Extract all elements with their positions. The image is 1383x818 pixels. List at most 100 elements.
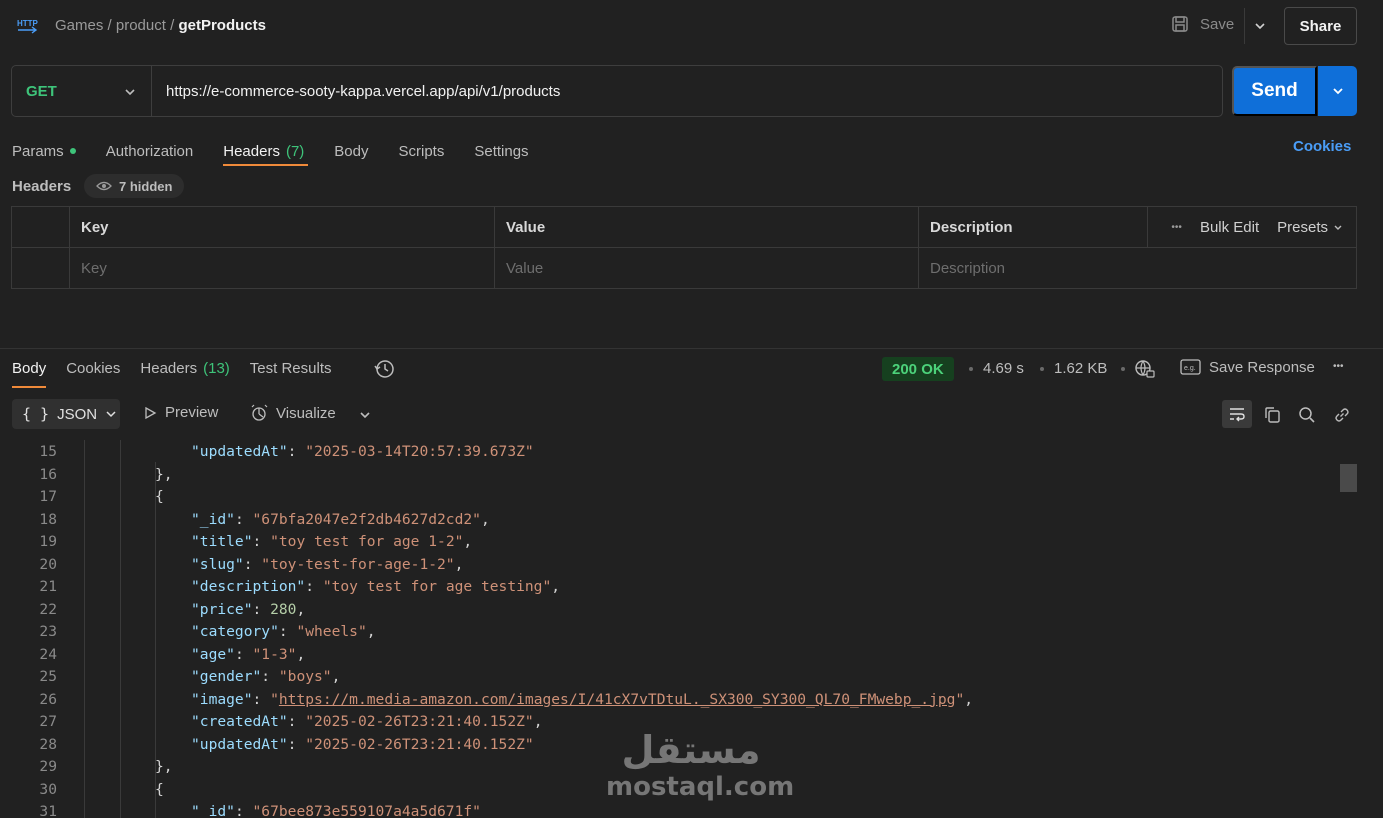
json-punctuation: :: [261, 668, 279, 685]
url-bar: GET https://e-commerce-sooty-kappa.verce…: [11, 65, 1223, 117]
tab-response-cookies-label: Cookies: [66, 360, 121, 377]
tab-response-body[interactable]: Body: [12, 360, 47, 388]
send-options-button[interactable]: [1318, 66, 1357, 116]
presets-dropdown[interactable]: Presets: [1277, 219, 1344, 236]
save-response-label: Save Response: [1209, 358, 1315, 376]
search-button[interactable]: [1293, 402, 1321, 428]
format-select[interactable]: { } JSON: [12, 399, 120, 429]
tab-params[interactable]: Params: [12, 136, 76, 166]
visualize-icon: [251, 404, 268, 421]
json-url-link[interactable]: https://m.media-amazon.com/images/I/41cX…: [279, 691, 956, 708]
code-text: },: [155, 756, 173, 778]
json-punctuation: ,: [296, 645, 306, 663]
description-input[interactable]: Description: [918, 248, 1356, 289]
code-line: 20 "slug": "toy-test-for-age-1-2",: [0, 554, 1357, 576]
visualize-button[interactable]: Visualize: [250, 404, 336, 422]
code-line: 18 "_id": "67bfa2047e2f2db4627d2cd2",: [0, 509, 1357, 531]
json-punctuation: ,: [296, 600, 306, 618]
network-globe-icon[interactable]: [1134, 359, 1156, 379]
tab-test-results[interactable]: Test Results: [250, 360, 332, 388]
code-line: 15 "updatedAt": "2025-03-14T20:57:39.673Z…: [0, 441, 1357, 463]
json-value: "67bee873e559107a4a5d671f": [252, 803, 481, 818]
url-input[interactable]: https://e-commerce-sooty-kappa.vercel.ap…: [152, 83, 560, 100]
json-punctuation: :: [243, 555, 262, 573]
search-icon: [1299, 407, 1315, 423]
share-button[interactable]: Share: [1284, 7, 1357, 45]
json-key: "updatedAt": [191, 735, 288, 753]
response-tabs: Body Cookies Headers (13) Test Results: [12, 360, 352, 388]
chevron-down-icon: [125, 89, 135, 96]
tab-headers[interactable]: Headers (7): [223, 136, 309, 166]
code-line: 16},: [0, 464, 1357, 486]
json-punctuation: },: [155, 465, 173, 483]
chevron-down-icon: [106, 411, 116, 418]
json-value: ": [955, 690, 965, 708]
line-number: 19: [39, 533, 57, 550]
response-time[interactable]: 4.69 s: [983, 360, 1024, 377]
code-text: "updatedAt": "2025-03-14T20:57:39.673Z": [191, 441, 534, 463]
method-select[interactable]: GET: [12, 66, 152, 116]
request-name[interactable]: getProducts: [178, 17, 266, 34]
response-size[interactable]: 1.62 KB: [1054, 360, 1107, 377]
line-number: 27: [39, 713, 57, 730]
tab-authorization[interactable]: Authorization: [106, 136, 194, 166]
json-punctuation: :: [305, 578, 323, 595]
code-text: "slug": "toy-test-for-age-1-2",: [191, 554, 463, 576]
tab-test-results-label: Test Results: [249, 360, 332, 377]
json-punctuation: ,: [366, 623, 376, 640]
value-input[interactable]: Value: [494, 248, 918, 289]
tab-response-headers[interactable]: Headers (13): [140, 360, 229, 388]
save-response-button[interactable]: e.g. Save Response: [1180, 358, 1315, 376]
chevron-down-icon: [1254, 23, 1265, 30]
line-number: 26: [39, 690, 57, 708]
copy-icon: [1265, 407, 1280, 423]
breadcrumb-separator: /: [103, 17, 116, 34]
hidden-headers-toggle[interactable]: 7 hidden: [84, 174, 185, 198]
json-key: "price": [191, 600, 253, 618]
scrollbar-thumb[interactable]: [1340, 464, 1357, 492]
json-key: "description": [191, 578, 306, 595]
link-button[interactable]: [1328, 402, 1356, 428]
svg-text:HTTP: HTTP: [17, 19, 39, 28]
code-line: 24 "age": "1-3",: [0, 644, 1357, 666]
preview-button[interactable]: Preview: [143, 404, 218, 421]
code-text: "category": "wheels",: [191, 621, 376, 643]
json-punctuation: ,: [551, 578, 561, 595]
separator-dot: [1040, 367, 1044, 371]
tab-body[interactable]: Body: [334, 136, 368, 166]
breadcrumb-item-games[interactable]: Games: [55, 17, 103, 34]
headers-table: Key Value Description ••• Bulk Edit Pres…: [11, 206, 1357, 289]
code-text: "gender": "boys",: [191, 666, 340, 688]
tab-response-cookies[interactable]: Cookies: [66, 360, 120, 388]
key-input[interactable]: Key: [69, 248, 494, 289]
code-text: },: [155, 464, 173, 486]
history-icon[interactable]: [374, 358, 396, 380]
cookies-link[interactable]: Cookies: [1293, 138, 1351, 155]
send-button[interactable]: Send: [1232, 66, 1317, 116]
chevron-down-icon[interactable]: [358, 408, 372, 422]
json-punctuation: :: [252, 690, 271, 708]
braces-icon: { }: [22, 405, 50, 423]
wrap-lines-button[interactable]: [1222, 400, 1252, 428]
copy-button[interactable]: [1258, 402, 1286, 428]
status-badge[interactable]: 200 OK: [882, 357, 954, 381]
line-number: 20: [39, 555, 57, 573]
play-icon: [145, 406, 157, 419]
breadcrumb-item-product[interactable]: product: [116, 17, 166, 34]
vertical-scrollbar[interactable]: [1340, 440, 1357, 818]
more-options-icon[interactable]: •••: [1171, 222, 1182, 233]
save-button[interactable]: Save: [1170, 14, 1234, 34]
tab-settings[interactable]: Settings: [474, 136, 528, 166]
pane-divider[interactable]: [0, 348, 1383, 349]
code-text: "image": "https://m.media-amazon.com/ima…: [191, 689, 973, 711]
response-more-options-icon[interactable]: •••: [1333, 361, 1344, 372]
save-options-button[interactable]: [1244, 8, 1274, 44]
json-key: "_id": [191, 510, 235, 528]
top-bar: HTTP Games / product / getProducts Save …: [0, 0, 1383, 52]
json-key: "_id": [191, 803, 235, 818]
json-value: "toy test for age 1-2": [270, 533, 464, 550]
bulk-edit-button[interactable]: Bulk Edit: [1200, 219, 1259, 236]
json-value: ": [270, 690, 279, 708]
tab-scripts[interactable]: Scripts: [399, 136, 445, 166]
separator-dot: [1121, 367, 1125, 371]
